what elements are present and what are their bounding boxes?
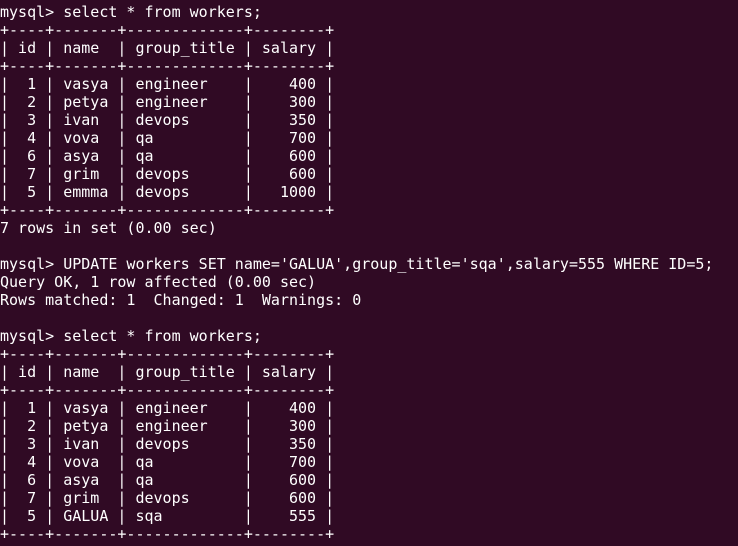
prompt-line: mysql> UPDATE workers SET name='GALUA',g… bbox=[0, 255, 738, 273]
table-row: | 4 | vova | qa | 700 | bbox=[0, 453, 335, 471]
table-row: | 6 | asya | qa | 600 | bbox=[0, 147, 335, 165]
table-row: | 5 | GALUA | sqa | 555 | bbox=[0, 507, 335, 525]
table-border-bottom: +----+-------+-------------+--------+ bbox=[0, 201, 335, 219]
prompt-line: mysql> select * from workers; bbox=[0, 3, 738, 21]
rows-in-set-message: 7 rows in set (0.00 sec) bbox=[0, 219, 217, 237]
table-row: | 3 | ivan | devops | 350 | bbox=[0, 435, 335, 453]
prompt: mysql> bbox=[0, 255, 64, 273]
table-header: | id | name | group_title | salary | bbox=[0, 39, 335, 57]
command-text: select * from workers; bbox=[63, 327, 262, 345]
rows-matched-message: Rows matched: 1 Changed: 1 Warnings: 0 bbox=[0, 291, 362, 309]
table-row: | 4 | vova | qa | 700 | bbox=[0, 129, 335, 147]
table-row: | 7 | grim | devops | 600 | bbox=[0, 489, 335, 507]
table-row: | 3 | ivan | devops | 350 | bbox=[0, 111, 335, 129]
table-row: | 6 | asya | qa | 600 | bbox=[0, 471, 335, 489]
prompt: mysql> bbox=[0, 327, 64, 345]
table-border-top: +----+-------+-------------+--------+ bbox=[0, 345, 335, 363]
table-row: | 7 | grim | devops | 600 | bbox=[0, 165, 335, 183]
table-border-mid: +----+-------+-------------+--------+ bbox=[0, 57, 335, 75]
table-header: | id | name | group_title | salary | bbox=[0, 363, 335, 381]
table-border-bottom: +----+-------+-------------+--------+ bbox=[0, 525, 335, 543]
prompt-line: mysql> select * from workers; bbox=[0, 327, 738, 345]
table-row: | 5 | emmma | devops | 1000 | bbox=[0, 183, 335, 201]
query-ok-message: Query OK, 1 row affected (0.00 sec) bbox=[0, 273, 317, 291]
table-border-top: +----+-------+-------------+--------+ bbox=[0, 21, 335, 39]
prompt: mysql> bbox=[0, 3, 64, 21]
table-row: | 1 | vasya | engineer | 400 | bbox=[0, 399, 335, 417]
command-text: UPDATE workers SET name='GALUA',group_ti… bbox=[63, 255, 714, 273]
table-row: | 2 | petya | engineer | 300 | bbox=[0, 417, 335, 435]
table-border-mid: +----+-------+-------------+--------+ bbox=[0, 381, 335, 399]
table-row: | 2 | petya | engineer | 300 | bbox=[0, 93, 335, 111]
table-row: | 1 | vasya | engineer | 400 | bbox=[0, 75, 335, 93]
terminal-window[interactable]: mysql> select * from workers; +----+----… bbox=[0, 3, 738, 546]
command-text: select * from workers; bbox=[63, 3, 262, 21]
